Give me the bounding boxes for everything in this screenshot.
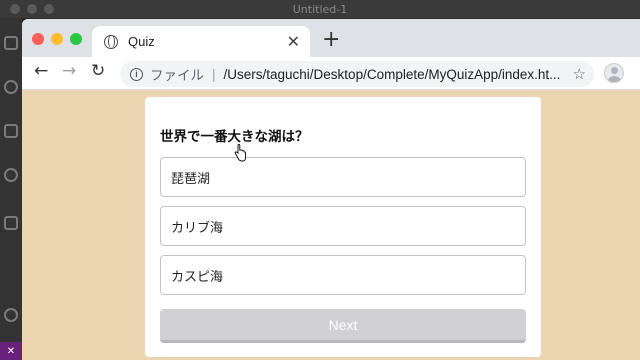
tab-close-icon[interactable]: ✕ [287,33,300,50]
editor-window-title: Untitled-1 [292,2,348,16]
remote-status-icon[interactable]: ✕ [0,342,22,360]
extensions-icon[interactable] [4,216,18,230]
editor-zoom-dot[interactable] [44,4,54,14]
address-bar[interactable]: i ファイル | /Users/taguchi/Desktop/Complete… [120,61,594,87]
globe-icon [104,34,118,49]
address-separator: | [212,66,216,82]
browser-window: Quiz ✕ + ← → ↻ i ファイル | /Users/taguchi/D… [22,19,640,360]
reload-icon[interactable]: ↻ [91,63,105,80]
tab-strip: Quiz ✕ + [22,19,640,57]
next-button[interactable]: Next [160,309,526,343]
choice-option-3[interactable]: カスピ海 [160,255,526,295]
source-control-icon[interactable] [4,124,18,138]
browser-window-controls [32,33,82,45]
settings-gear-icon[interactable] [4,308,18,322]
bookmark-star-icon[interactable]: ☆ [573,65,586,83]
new-tab-button[interactable]: + [322,29,340,51]
choice-option-1[interactable]: 琵琶湖 [160,157,526,197]
page-content: 世界で一番大きな湖は？ 琵琶湖 カリブ海 カスピ海 Next [22,91,640,360]
editor-close-dot[interactable] [10,4,20,14]
tab-title: Quiz [128,34,155,49]
explorer-icon[interactable] [4,36,18,50]
address-scheme-label: ファイル [150,68,204,83]
debug-icon[interactable] [4,168,18,182]
editor-window-controls [10,4,54,14]
editor-minimize-dot[interactable] [27,4,37,14]
editor-activity-bar: ✕ [0,18,22,360]
info-icon[interactable]: i [130,67,143,81]
hand-cursor-icon [234,144,246,162]
profile-avatar-icon[interactable] [604,63,624,83]
search-icon[interactable] [4,80,18,94]
back-arrow-icon[interactable]: ← [34,63,48,80]
editor-titlebar: Untitled-1 [0,0,640,18]
zoom-window-button[interactable] [70,33,82,45]
browser-toolbar: ← → ↻ i ファイル | /Users/taguchi/Desktop/Co… [22,57,640,90]
close-window-button[interactable] [32,33,44,45]
tab-quiz[interactable]: Quiz ✕ [92,26,310,57]
quiz-question: 世界で一番大きな湖は？ [160,129,309,145]
forward-arrow-icon[interactable]: → [62,63,76,80]
address-url[interactable]: /Users/taguchi/Desktop/Complete/MyQuizAp… [224,67,561,82]
choice-option-2[interactable]: カリブ海 [160,206,526,246]
quiz-card: 世界で一番大きな湖は？ 琵琶湖 カリブ海 カスピ海 Next [145,97,541,357]
minimize-window-button[interactable] [51,33,63,45]
